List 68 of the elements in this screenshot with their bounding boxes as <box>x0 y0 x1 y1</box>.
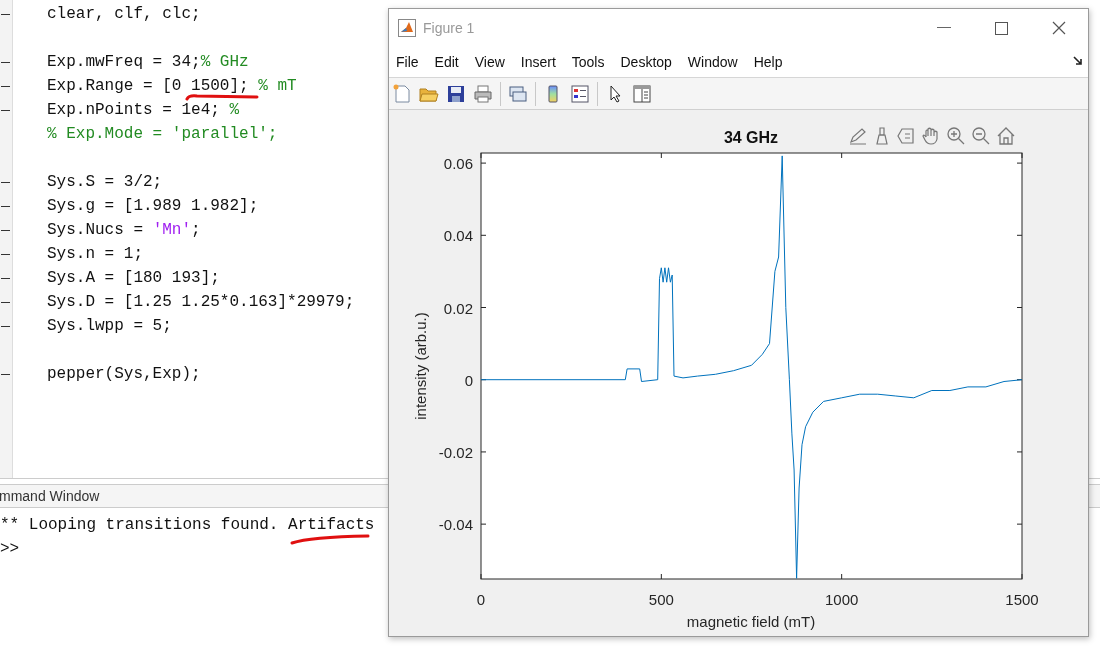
data-tip-icon[interactable] <box>896 126 916 146</box>
pencil-icon[interactable] <box>848 126 868 146</box>
home-icon[interactable] <box>996 126 1016 146</box>
line-marker <box>1 229 10 231</box>
console-line: >> <box>0 539 20 560</box>
line-marker <box>1 61 10 63</box>
axis-label: intensity (arb.u.) <box>412 312 429 420</box>
axis-tick-label: -0.04 <box>438 516 473 534</box>
windows-icon[interactable] <box>508 83 528 104</box>
menu-item[interactable]: Desktop <box>620 54 672 70</box>
code-line: Sys.Nucs = 'Mn'; <box>47 221 201 239</box>
line-marker <box>1 277 10 279</box>
axis-tick-label: -0.02 <box>438 443 473 461</box>
axis-tick-label: 0 <box>476 591 486 608</box>
chart-title: 34 GHz <box>723 129 779 146</box>
line-marker <box>1 205 10 207</box>
close-icon[interactable] <box>1052 21 1066 35</box>
axis-tick-label: 0.04 <box>443 227 473 245</box>
line-marker <box>1 373 10 375</box>
code-line: Sys.S = 3/2; <box>47 173 163 191</box>
menu-item[interactable]: File <box>396 54 419 70</box>
maximize-icon[interactable] <box>995 21 1008 35</box>
menu-item[interactable]: View <box>474 54 505 70</box>
code-line: Sys.A = [180 193]; <box>47 269 220 287</box>
print-icon[interactable] <box>473 83 493 104</box>
line-marker <box>1 181 10 183</box>
code-line: Sys.lwpp = 5; <box>47 317 172 335</box>
code-line: % Exp.Mode = 'parallel'; <box>47 125 278 143</box>
window-title: Figure 1 <box>423 20 475 36</box>
line-marker <box>1 85 10 87</box>
panel-icon[interactable] <box>632 83 652 104</box>
code-line: Exp.nPoints = 1e4; % <box>47 101 240 119</box>
dock-arrow-icon[interactable] <box>1073 56 1083 66</box>
minimize-icon[interactable] <box>937 27 951 29</box>
menu-item[interactable]: Help <box>753 54 783 70</box>
code-line: clear, clf, clc; <box>47 5 201 23</box>
peak-icon <box>398 19 416 37</box>
code-line: pepper(Sys,Exp); <box>47 365 201 383</box>
line-marker <box>1 325 10 327</box>
axis-tick-label: 500 <box>648 591 674 608</box>
panel-title: mmand Window <box>0 488 100 504</box>
menu-item[interactable]: Tools <box>571 54 605 70</box>
axis-tick-label: 1000 <box>825 591 859 608</box>
zoom-out-icon[interactable] <box>971 126 991 146</box>
menu-item[interactable]: Insert <box>520 54 556 70</box>
line-marker <box>1 253 10 255</box>
code-line: Exp.Range = [0 1500]; % mT <box>47 77 297 95</box>
code-line: Sys.n = 1; <box>47 245 143 263</box>
axis-tick-label: 0.06 <box>443 155 473 173</box>
axis-tick-label: 1500 <box>1005 591 1039 608</box>
zoom-in-icon[interactable] <box>946 126 966 146</box>
code-line: Sys.g = [1.989 1.982]; <box>47 197 259 215</box>
code-line: Sys.D = [1.25 1.25*0.163]*29979; <box>47 293 355 311</box>
brush-icon[interactable] <box>873 126 891 146</box>
menu-item[interactable]: Window <box>687 54 738 70</box>
console-line: ** Looping transitions found. Artifacts <box>0 515 375 536</box>
save-icon[interactable] <box>446 83 466 104</box>
line-marker <box>1 109 10 111</box>
menu-item[interactable]: Edit <box>434 54 459 70</box>
hand-icon[interactable] <box>921 126 941 146</box>
legend-icon[interactable] <box>570 83 590 104</box>
new-file-icon[interactable] <box>392 83 412 104</box>
code-line: Exp.mwFreq = 34;% GHz <box>47 53 249 71</box>
axis-label: magnetic field (mT) <box>686 613 816 630</box>
axis-tick-label: 0.02 <box>443 299 473 317</box>
axis-tick-label: 0 <box>464 371 473 389</box>
line-marker <box>1 13 10 15</box>
line-marker <box>1 301 10 303</box>
